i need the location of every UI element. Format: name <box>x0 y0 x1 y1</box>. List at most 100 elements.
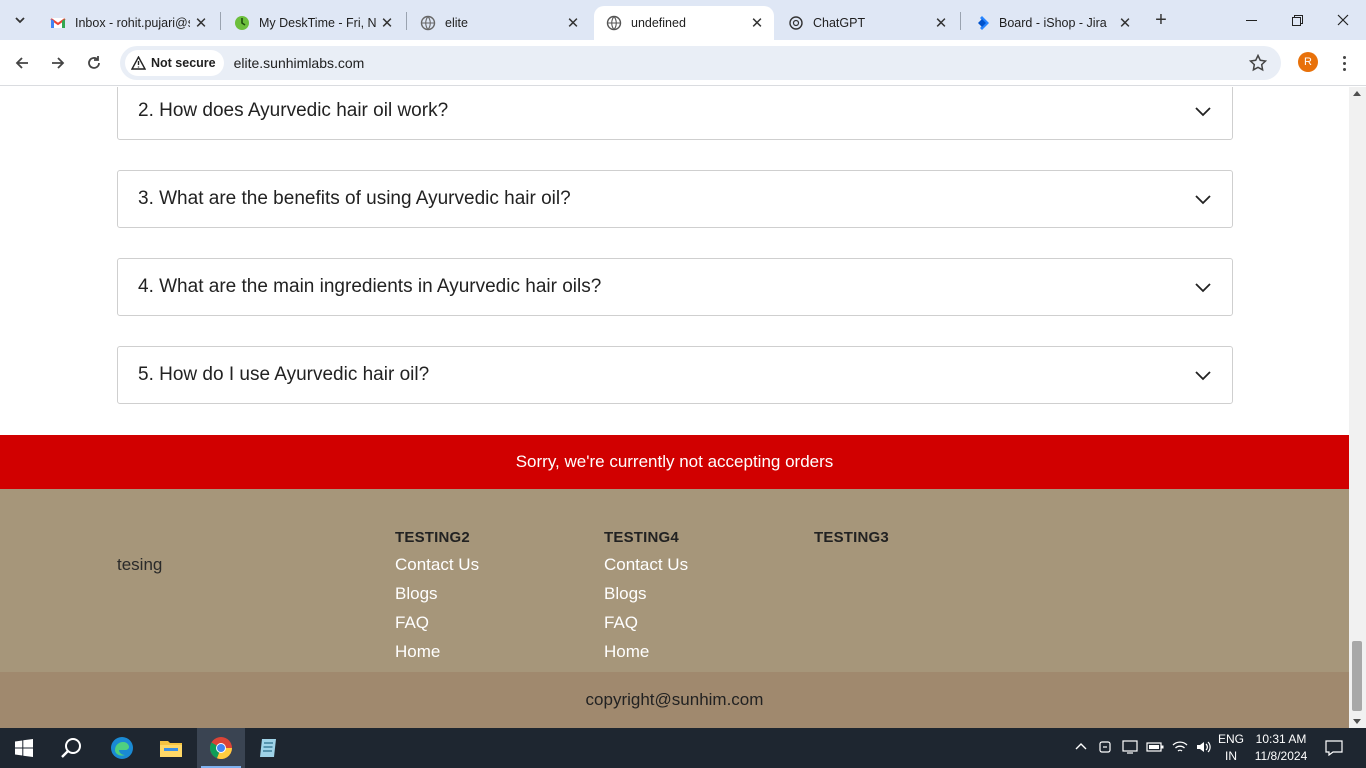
close-tab-icon[interactable]: ✕ <box>562 12 584 34</box>
faq-question: 2. How does Ayurvedic hair oil work? <box>138 100 449 121</box>
notepad-icon <box>260 739 276 757</box>
tab-undefined-active[interactable]: undefined ✕ <box>594 6 774 40</box>
windows-taskbar: ENG IN 10:31 AM 11/8/2024 <box>0 728 1366 768</box>
region-label: IN <box>1225 749 1237 763</box>
scroll-down-arrow-icon[interactable] <box>1353 719 1361 724</box>
battery-icon[interactable] <box>1146 741 1164 755</box>
dot <box>1342 55 1346 59</box>
close-tab-icon[interactable]: ✕ <box>376 12 398 34</box>
tab-elite[interactable]: elite ✕ <box>408 6 590 40</box>
footer-link-blogs[interactable]: Blogs <box>604 584 688 613</box>
footer-column: TESTING2 Contact Us Blogs FAQ Home <box>395 529 479 671</box>
close-tab-icon[interactable]: ✕ <box>930 12 952 34</box>
reload-button[interactable] <box>79 48 109 78</box>
profile-avatar[interactable]: R <box>1298 52 1318 72</box>
scrollbar-thumb[interactable] <box>1352 641 1362 711</box>
tab-title: Board - iShop - Jira <box>999 16 1107 30</box>
chevron-down-icon <box>1195 371 1211 381</box>
faq-item[interactable]: 4. What are the main ingredients in Ayur… <box>117 258 1233 316</box>
system-tray <box>1072 728 1212 768</box>
taskbar-chrome[interactable] <box>197 728 245 768</box>
page-scrollbar[interactable] <box>1349 87 1366 728</box>
security-label: Not secure <box>151 56 216 70</box>
faq-item[interactable]: 2. How does Ayurvedic hair oil work? <box>117 87 1233 140</box>
footer-brand: tesing <box>117 555 163 574</box>
taskbar-edge[interactable] <box>98 728 146 768</box>
close-icon <box>1337 14 1349 26</box>
restore-button[interactable] <box>1274 0 1320 40</box>
browser-tab-bar: Inbox - rohit.pujari@s ✕ My DeskTime - F… <box>0 0 1366 40</box>
forward-button[interactable] <box>43 48 73 78</box>
clock-time: 10:31 AM <box>1255 732 1307 746</box>
address-bar[interactable]: Not secure elite.sunhimlabs.com <box>120 46 1281 80</box>
arrow-left-icon <box>15 57 28 69</box>
footer-column-heading: TESTING2 <box>395 529 470 546</box>
page-viewport: 2. How does Ayurvedic hair oil work? 3. … <box>0 87 1349 728</box>
taskbar-clock[interactable]: 10:31 AM 11/8/2024 <box>1250 731 1312 765</box>
faq-item[interactable]: 5. How do I use Ayurvedic hair oil? <box>117 346 1233 404</box>
clock-date: 11/8/2024 <box>1254 749 1308 763</box>
tab-title: Inbox - rohit.pujari@s <box>75 16 190 30</box>
search-button[interactable] <box>48 728 96 768</box>
footer-column: TESTING3 <box>814 529 889 555</box>
warning-icon <box>131 56 146 70</box>
footer-link-home[interactable]: Home <box>395 642 479 671</box>
footer-link-home[interactable]: Home <box>604 642 688 671</box>
site-footer: tesing TESTING2 Contact Us Blogs FAQ Hom… <box>0 489 1349 672</box>
footer-link-contact[interactable]: Contact Us <box>395 555 479 584</box>
volume-icon[interactable] <box>1196 740 1212 757</box>
bookmark-star-icon[interactable] <box>1248 53 1268 77</box>
chrome-icon <box>209 737 233 760</box>
tab-title: ChatGPT <box>813 16 866 30</box>
close-tab-icon[interactable]: ✕ <box>1114 12 1136 34</box>
chevron-down-icon <box>1195 195 1211 205</box>
windows-logo-icon <box>15 739 33 757</box>
faq-question: 4. What are the main ingredients in Ayur… <box>138 276 602 297</box>
taskbar-file-explorer[interactable] <box>147 728 195 768</box>
copyright-text: copyright@sunhim.com <box>585 690 764 709</box>
footer-column: TESTING4 Contact Us Blogs FAQ Home <box>604 529 688 671</box>
scroll-up-arrow-icon[interactable] <box>1353 91 1361 96</box>
notification-icon <box>1325 740 1343 756</box>
footer-link-faq[interactable]: FAQ <box>395 613 479 642</box>
faq-question: 5. How do I use Ayurvedic hair oil? <box>138 364 430 385</box>
tab-inbox[interactable]: Inbox - rohit.pujari@s ✕ <box>38 6 218 40</box>
banner-text: Sorry, we're currently not accepting ord… <box>515 452 834 471</box>
minimize-button[interactable] <box>1228 0 1274 40</box>
start-button[interactable] <box>0 728 48 768</box>
close-tab-icon[interactable]: ✕ <box>190 12 212 34</box>
url-text[interactable]: elite.sunhimlabs.com <box>234 55 365 71</box>
notifications-button[interactable] <box>1316 728 1352 768</box>
footer-link-faq[interactable]: FAQ <box>604 613 688 642</box>
display-icon[interactable] <box>1122 739 1138 757</box>
wifi-icon[interactable] <box>1172 740 1188 757</box>
footer-column-heading: TESTING3 <box>814 529 889 546</box>
input-language[interactable]: ENG IN <box>1214 731 1248 765</box>
back-button[interactable] <box>7 48 37 78</box>
plus-icon: + <box>1155 8 1167 31</box>
faq-question: 3. What are the benefits of using Ayurve… <box>138 188 571 209</box>
edge-icon <box>111 737 133 759</box>
tab-title: elite <box>445 16 468 30</box>
tab-search-button[interactable] <box>6 7 34 33</box>
tab-chatgpt[interactable]: ChatGPT ✕ <box>776 6 958 40</box>
site-info-button[interactable]: Not secure <box>125 50 224 76</box>
globe-icon <box>606 15 622 31</box>
tab-desktime[interactable]: My DeskTime - Fri, No ✕ <box>222 6 404 40</box>
taskbar-app[interactable] <box>245 728 293 768</box>
footer-link-contact[interactable]: Contact Us <box>604 555 688 584</box>
close-tab-icon[interactable]: ✕ <box>746 12 768 34</box>
chevron-up-icon[interactable] <box>1074 740 1088 757</box>
meet-now-icon[interactable] <box>1098 740 1112 757</box>
new-tab-button[interactable]: + <box>1150 9 1172 31</box>
chatgpt-icon <box>788 15 804 31</box>
faq-item[interactable]: 3. What are the benefits of using Ayurve… <box>117 170 1233 228</box>
language-label: ENG <box>1217 732 1244 746</box>
browser-menu-button[interactable] <box>1334 52 1354 74</box>
close-window-button[interactable] <box>1320 0 1366 40</box>
tab-separator <box>406 12 407 30</box>
chevron-down-icon <box>1195 107 1211 117</box>
footer-column-heading: TESTING4 <box>604 529 679 546</box>
tab-jira[interactable]: Board - iShop - Jira ✕ <box>962 6 1142 40</box>
footer-link-blogs[interactable]: Blogs <box>395 584 479 613</box>
